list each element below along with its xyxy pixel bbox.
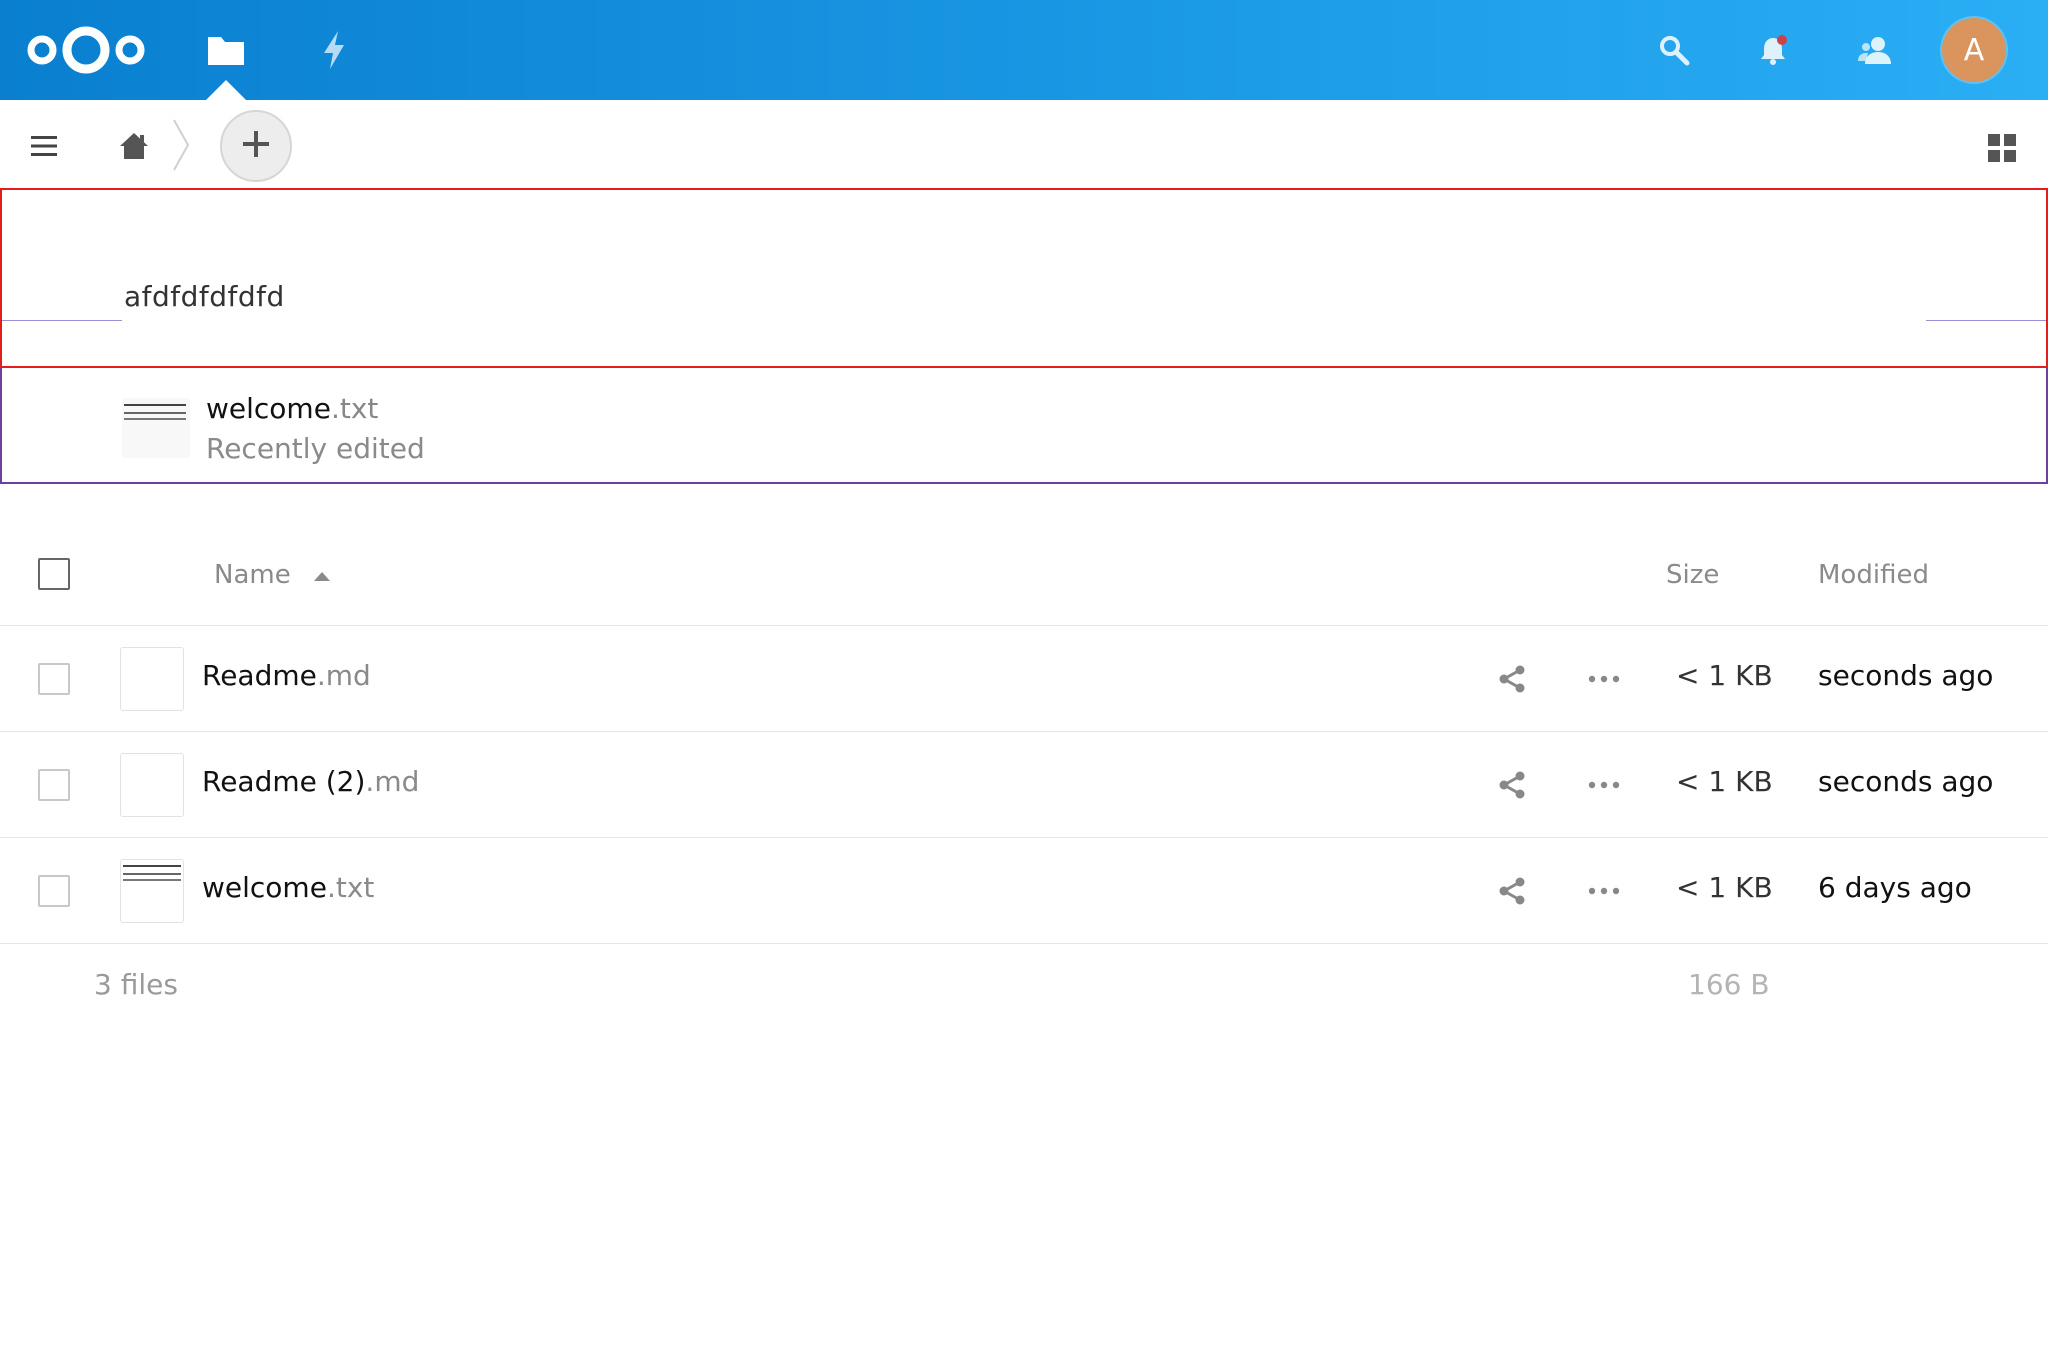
select-all-checkbox[interactable]: [38, 558, 70, 590]
controls-bar: [0, 100, 2048, 188]
total-size: 166 B: [1688, 968, 1770, 1001]
file-base-name: Readme (2): [202, 765, 366, 798]
search-icon[interactable]: [1650, 26, 1698, 74]
avatar[interactable]: A: [1942, 18, 2006, 82]
divider: [1926, 320, 2046, 321]
row-checkbox[interactable]: [38, 769, 70, 801]
file-list-header: Name Size Modified: [0, 540, 2048, 626]
lightning-icon[interactable]: [310, 26, 358, 74]
column-header-size[interactable]: Size: [1666, 560, 1719, 590]
file-extension: .txt: [330, 392, 379, 425]
file-icon: [120, 647, 184, 711]
share-icon[interactable]: [1492, 659, 1532, 699]
breadcrumb-separator: [170, 118, 194, 172]
row-checkbox[interactable]: [38, 875, 70, 907]
file-icon: [120, 753, 184, 817]
notification-dot: [1777, 35, 1787, 45]
bell-icon[interactable]: [1750, 26, 1798, 74]
active-app-indicator: [206, 80, 246, 100]
file-modified: 6 days ago: [1818, 871, 1972, 904]
file-name[interactable]: Readme.md: [202, 659, 371, 692]
file-list-summary: 3 files 166 B: [0, 962, 2048, 1022]
file-size: < 1 KB: [1676, 765, 1773, 798]
table-row[interactable]: Readme.md < 1 KB seconds ago: [0, 626, 2048, 732]
contacts-icon[interactable]: [1850, 26, 1898, 74]
more-actions-icon[interactable]: [1584, 765, 1624, 805]
file-extension: .md: [365, 765, 420, 798]
divider: [2, 320, 122, 321]
file-size: < 1 KB: [1676, 871, 1773, 904]
rich-workspace[interactable]: afdfdfdfdfd: [0, 188, 2048, 368]
recent-file-name[interactable]: welcome.txt: [206, 392, 378, 425]
hamburger-menu-icon[interactable]: [22, 124, 66, 168]
file-preview-thumbnail: [120, 859, 184, 923]
home-icon[interactable]: [110, 122, 158, 170]
file-name[interactable]: Readme (2).md: [202, 765, 419, 798]
file-preview-thumbnail: [122, 398, 190, 458]
file-extension: .txt: [326, 871, 375, 904]
grid-view-icon[interactable]: [1980, 126, 2024, 170]
share-icon[interactable]: [1492, 765, 1532, 805]
plus-icon: [242, 130, 270, 162]
share-icon[interactable]: [1492, 871, 1532, 911]
recent-file-card[interactable]: welcome.txt Recently edited: [0, 368, 2048, 484]
folder-icon[interactable]: [202, 26, 250, 74]
table-row[interactable]: welcome.txt < 1 KB 6 days ago: [0, 838, 2048, 944]
file-base-name: welcome: [202, 871, 327, 904]
file-extension: .md: [316, 659, 371, 692]
column-header-name[interactable]: Name: [214, 560, 291, 590]
more-actions-icon[interactable]: [1584, 659, 1624, 699]
more-actions-icon[interactable]: [1584, 871, 1624, 911]
files-count: 3 files: [94, 968, 178, 1001]
file-name[interactable]: welcome.txt: [202, 871, 374, 904]
file-base-name: Readme: [202, 659, 317, 692]
workspace-text[interactable]: afdfdfdfdfd: [124, 280, 285, 313]
sort-ascending-icon[interactable]: [314, 572, 330, 581]
app-header: A: [0, 0, 2048, 100]
file-base-name: welcome: [206, 392, 331, 425]
column-header-modified[interactable]: Modified: [1818, 560, 1929, 590]
recent-file-subtitle: Recently edited: [206, 432, 425, 465]
file-size: < 1 KB: [1676, 659, 1773, 692]
nextcloud-logo[interactable]: [24, 22, 148, 78]
row-checkbox[interactable]: [38, 663, 70, 695]
table-row[interactable]: Readme (2).md < 1 KB seconds ago: [0, 732, 2048, 838]
file-modified: seconds ago: [1818, 765, 1994, 798]
file-modified: seconds ago: [1818, 659, 1994, 692]
new-file-button[interactable]: [220, 110, 292, 182]
